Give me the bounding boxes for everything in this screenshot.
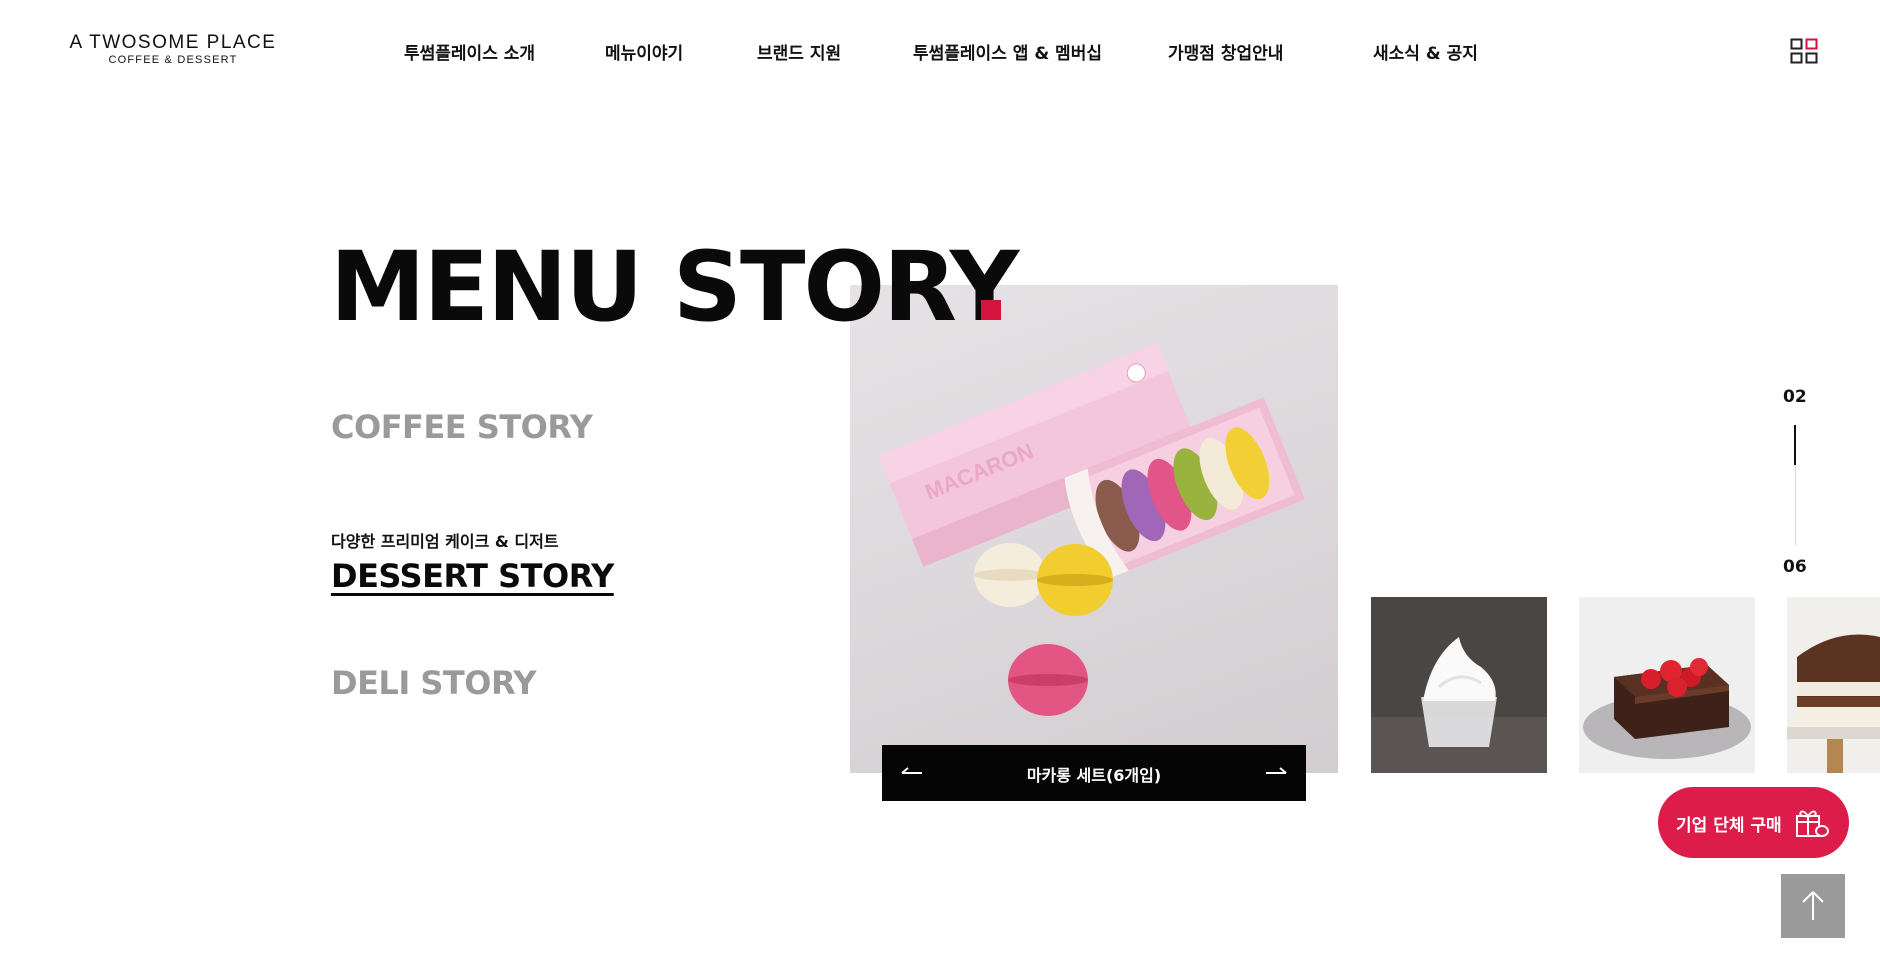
category-dessert-story[interactable]: DESSERT STORY bbox=[331, 557, 614, 595]
arrow-right-icon[interactable] bbox=[1262, 759, 1290, 787]
title-accent-dot bbox=[981, 300, 1001, 320]
nav-item-app-membership[interactable]: 투썸플레이스 앱 & 멤버십 bbox=[913, 39, 1102, 64]
pager-progress bbox=[1794, 425, 1796, 465]
arrow-up-icon bbox=[1802, 891, 1824, 920]
nav-item-about[interactable]: 투썸플레이스 소개 bbox=[404, 39, 535, 64]
brand-logo[interactable]: A TWOSOME PLACE COFFEE & DESSERT bbox=[64, 33, 282, 67]
site-header: A TWOSOME PLACE COFFEE & DESSERT 투썸플레이스 … bbox=[0, 0, 1880, 100]
nav-item-news[interactable]: 새소식 & 공지 bbox=[1373, 39, 1478, 64]
macaron-set-photo: MACARON bbox=[850, 285, 1338, 773]
corporate-purchase-label: 기업 단체 구매 bbox=[1676, 816, 1782, 836]
nav-item-menu[interactable]: 메뉴이야기 bbox=[605, 39, 683, 64]
section-title: MENU STORY bbox=[330, 231, 1019, 343]
gift-icon bbox=[1794, 806, 1830, 840]
nav-item-brand-support[interactable]: 브랜드 지원 bbox=[757, 39, 841, 64]
scroll-to-top-button[interactable] bbox=[1781, 874, 1845, 938]
arrow-left-icon[interactable] bbox=[898, 759, 926, 787]
grid-menu-icon[interactable] bbox=[1790, 38, 1818, 64]
category-subtitle: 다양한 프리미엄 케이크 & 디저트 bbox=[331, 532, 559, 551]
slide-caption-bar: 마카롱 세트(6개입) bbox=[882, 745, 1306, 801]
thumbnail-whipped-cream[interactable] bbox=[1371, 597, 1547, 773]
pager-total: 06 bbox=[1783, 557, 1807, 577]
slide-caption: 마카롱 세트(6개입) bbox=[1026, 766, 1162, 785]
corporate-purchase-button[interactable]: 기업 단체 구매 bbox=[1658, 787, 1849, 858]
brand-name: A TWOSOME PLACE bbox=[69, 32, 277, 53]
thumbnail-tiramisu-cake[interactable] bbox=[1787, 597, 1880, 773]
brand-tagline: COFFEE & DESSERT bbox=[108, 54, 238, 66]
category-deli-story[interactable]: DELI STORY bbox=[331, 664, 537, 702]
nav-item-franchise[interactable]: 가맹점 창업안내 bbox=[1168, 39, 1283, 64]
pager-current: 02 bbox=[1783, 387, 1807, 407]
category-coffee-story[interactable]: COFFEE STORY bbox=[331, 408, 593, 446]
thumbnail-strawberry-chocolate-cake[interactable] bbox=[1579, 597, 1755, 773]
